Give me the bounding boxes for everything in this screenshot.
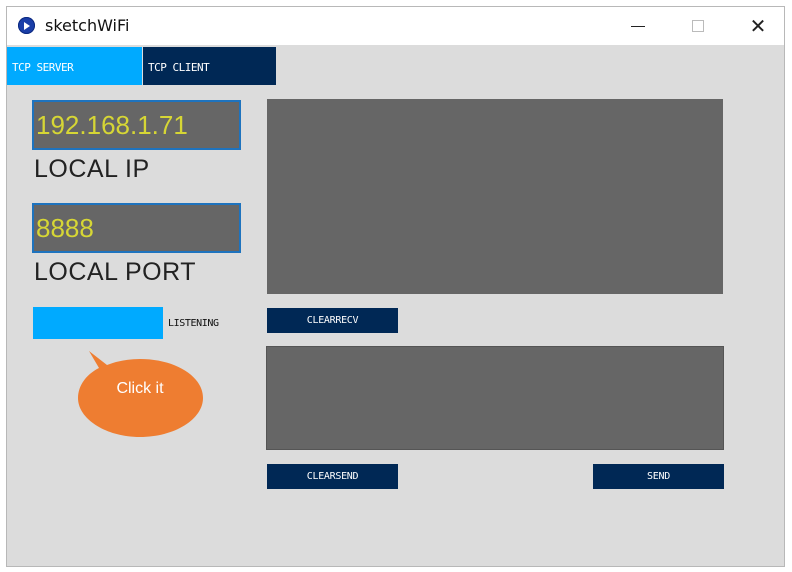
close-icon: ✕ xyxy=(749,14,767,38)
local-port-field[interactable]: 8888 xyxy=(32,203,241,253)
callout-text: Click it xyxy=(116,380,164,397)
minimize-button[interactable] xyxy=(615,7,661,45)
title-bar[interactable]: sketchWiFi ✕ xyxy=(7,7,784,45)
close-button[interactable]: ✕ xyxy=(735,7,781,45)
send-textarea[interactable] xyxy=(266,346,724,450)
listening-label: LISTENING xyxy=(168,318,219,329)
tab-tcp-server[interactable]: TCP SERVER xyxy=(7,47,142,85)
local-port-label: LOCAL PORT xyxy=(34,258,196,286)
maximize-icon xyxy=(692,20,704,32)
maximize-button[interactable] xyxy=(675,7,721,45)
app-window: sketchWiFi ✕ TCP SERVER TCP CLIENT 192.1… xyxy=(6,6,785,567)
app-icon xyxy=(18,17,35,34)
minimize-icon xyxy=(631,25,645,27)
send-button[interactable]: SEND xyxy=(593,464,724,489)
clear-send-button[interactable]: CLEARSEND xyxy=(267,464,398,489)
listen-toggle-button[interactable] xyxy=(33,307,163,339)
clear-recv-button[interactable]: CLEARRECV xyxy=(267,308,398,333)
local-ip-label: LOCAL IP xyxy=(34,155,150,183)
window-title: sketchWiFi xyxy=(45,16,130,35)
receive-textarea[interactable] xyxy=(267,99,723,294)
local-ip-field[interactable]: 192.168.1.71 xyxy=(32,100,241,150)
tab-tcp-client[interactable]: TCP CLIENT xyxy=(143,47,276,85)
